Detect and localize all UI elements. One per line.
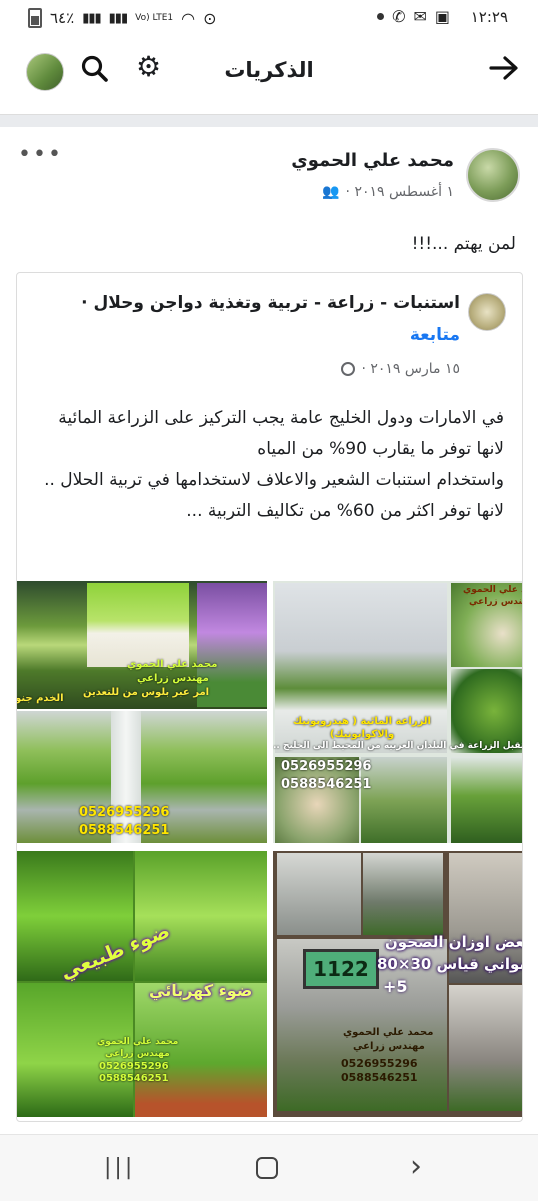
data-saver-icon: ⊙ [203, 8, 217, 28]
photo-caption: لصواني قياس 30×80 [377, 955, 522, 973]
photo-caption: محمد علي الحموي [343, 1027, 434, 1038]
page-name[interactable]: استنبات - زراعة - تربية وتغذية دواجن وحل… [81, 293, 460, 313]
photo-caption: ضوء كهربائي [149, 981, 253, 1000]
post-photo[interactable]: محمد علي الحموي مهندس زراعي امر عبر بلوس… [17, 581, 267, 709]
author-name[interactable]: محمد علي الحموي [291, 150, 454, 171]
post-photo[interactable]: 1122 بعض اوزان الصحون لصواني قياس 30×80 … [273, 851, 523, 1117]
photo-caption: مستقبل الزراعة في البلدان العربية من الم… [273, 741, 523, 751]
recent-apps-icon[interactable]: ||| [104, 1155, 135, 1180]
gallery-icon: ▣ [434, 7, 450, 26]
phone-number: 0526955296 [99, 1061, 169, 1072]
status-icons-left: ٦٤٪ ▮▮▮ ▮▮▮ Vo) LTE1 ◠ ⊙ [28, 8, 217, 28]
back-chevron-icon[interactable]: › [410, 1149, 422, 1184]
app-header: ⚙ الذكريات [0, 36, 538, 115]
battery-level: ٦٤٪ [50, 9, 75, 27]
arrow-right-icon[interactable] [488, 52, 520, 84]
friends-icon: 👥 [322, 184, 340, 200]
phone-number: 0588546251 [79, 823, 170, 838]
author-avatar[interactable] [466, 148, 520, 202]
phone-number: 0526955296 [281, 759, 372, 774]
photo-caption: +5 [383, 977, 408, 996]
clock: ١٢:٢٩ [470, 8, 508, 26]
phone-number: 0526955296 [341, 1057, 418, 1070]
scale-display: 1122 [303, 949, 379, 989]
post-meta: ١ أغسطس ٢٠١٩ · 👥 [322, 184, 454, 200]
post-text: لمن يهتم ...!!! [411, 234, 516, 254]
lte-icon: Vo) LTE1 [135, 12, 174, 23]
battery-icon [28, 8, 42, 28]
signal-icon: ▮▮▮ [82, 10, 101, 26]
status-icons-right: ✆ ✉ ▣ [377, 7, 450, 26]
photo-caption: مهندس زراعي [137, 673, 209, 684]
body-paragraph: في الامارات ودول الخليج عامة يجب التركيز… [58, 408, 504, 459]
system-nav-bar: ||| › [0, 1134, 538, 1201]
photo-caption: محمد علي الحموي [463, 585, 522, 595]
page-title: الذكريات [224, 58, 314, 82]
phone-number: 0588546251 [99, 1073, 169, 1084]
globe-icon [341, 362, 356, 376]
home-icon[interactable] [256, 1157, 278, 1179]
post-photo[interactable]: محمد علي الحموي مهندس زراعي الزراعة الما… [273, 581, 523, 843]
photo-caption: امر عبر بلوس من للتعدين [83, 687, 210, 698]
more-icon[interactable]: ••• [18, 142, 63, 167]
status-bar: ٦٤٪ ▮▮▮ ▮▮▮ Vo) LTE1 ◠ ⊙ ✆ ✉ ▣ ١٢:٢٩ [0, 0, 538, 36]
body-paragraph: واستخدام استنبات الشعير والاعلاف لاستخدا… [44, 470, 504, 490]
page-avatar[interactable] [468, 293, 506, 331]
phone-number: 0526955296 [79, 805, 170, 820]
photo-caption: مهندس زراعي [105, 1049, 170, 1059]
wifi-icon: ◠ [181, 8, 196, 28]
post-photo[interactable]: 0526955296 0588546251 [17, 711, 267, 843]
phone-number: 0588546251 [281, 777, 372, 792]
gmail-icon: ✉ [413, 7, 427, 26]
post-date[interactable]: ١ أغسطس ٢٠١٩ · [346, 184, 454, 200]
photo-caption: الخدم جنوب [17, 693, 64, 704]
photo-caption: مهندس زراعي [353, 1041, 425, 1052]
dot-icon [377, 13, 385, 20]
follow-button[interactable]: متابعة [410, 325, 460, 345]
photo-caption: محمد علي الحموي [97, 1037, 179, 1047]
shared-post-date[interactable]: ١٥ مارس ٢٠١٩ · [361, 361, 460, 377]
photo-caption: محمد علي الحموي [127, 659, 218, 670]
signal-icon: ▮▮▮ [108, 10, 128, 26]
photo-caption: الزراعة المائية ( هيدروبونيك والاكوابوني… [293, 716, 431, 740]
section-divider [0, 115, 538, 127]
phone-number: 0588546251 [341, 1071, 418, 1084]
photo-caption: بعض اوزان الصحون [385, 933, 523, 951]
shared-post-meta: ١٥ مارس ٢٠١٩ · [341, 361, 460, 377]
post-photo[interactable]: ضوء طبيعي ضوء كهربائي محمد علي الحموي مه… [17, 851, 267, 1117]
body-paragraph: لانها توفر اكثر من 60% من تكاليف التربية… [186, 501, 504, 521]
shared-post-body: في الامارات ودول الخليج عامة يجب التركيز… [34, 403, 504, 527]
shared-post-card[interactable]: استنبات - زراعة - تربية وتغذية دواجن وحل… [16, 272, 523, 1122]
whatsapp-icon: ✆ [392, 7, 406, 26]
photo-caption: مهندس زراعي [469, 597, 523, 607]
